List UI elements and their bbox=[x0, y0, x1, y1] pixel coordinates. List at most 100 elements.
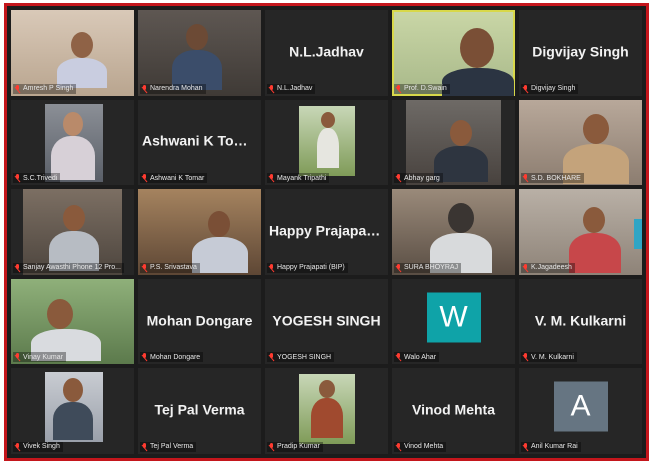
participant-name: Sanjay Awasthi Phone 12 Pro... bbox=[23, 264, 121, 272]
participant-name: P.S. Srivastava bbox=[150, 264, 197, 272]
participant-name-label: Abhay garg bbox=[394, 173, 443, 184]
participant-tile[interactable]: Pradip Kumar bbox=[265, 368, 388, 454]
participant-name: S.D. BOKHARE bbox=[531, 174, 581, 182]
muted-mic-icon bbox=[14, 174, 21, 182]
participant-tile[interactable]: Sanjay Awasthi Phone 12 Pro... bbox=[11, 189, 134, 275]
muted-mic-icon bbox=[14, 263, 21, 272]
muted-mic-icon bbox=[522, 353, 529, 361]
participant-name-label: Sanjay Awasthi Phone 12 Pro... bbox=[13, 262, 124, 273]
participant-name: V. M. Kulkarni bbox=[531, 353, 574, 361]
participant-display-name: Happy Prajapati... bbox=[269, 222, 387, 239]
participant-display-name: Digvijay Singh bbox=[532, 43, 629, 60]
participant-video bbox=[460, 28, 494, 68]
muted-mic-icon bbox=[395, 174, 402, 182]
participant-name: Prof. D.Swain bbox=[404, 85, 447, 93]
participant-name: Amresh P Singh bbox=[23, 85, 74, 93]
participant-name-label: Walo Ahar bbox=[394, 352, 440, 363]
muted-mic-icon bbox=[14, 353, 21, 361]
muted-mic-icon bbox=[141, 263, 148, 272]
participant-name-label: Mohan Dongare bbox=[140, 352, 204, 363]
participant-tile[interactable]: S.C.Trivedi bbox=[11, 99, 134, 186]
participant-video bbox=[583, 207, 605, 234]
participant-display-name: Ashwani K Tomar bbox=[142, 132, 260, 149]
participant-name-label: Mayank Tripathi bbox=[267, 173, 330, 184]
muted-mic-icon bbox=[522, 442, 529, 451]
participant-video bbox=[63, 205, 85, 232]
participant-display-name: N.L.Jadhav bbox=[289, 43, 364, 60]
participant-name: K.Jagadeesh bbox=[531, 264, 572, 272]
muted-mic-icon bbox=[141, 353, 148, 361]
participant-name: S.C.Trivedi bbox=[23, 174, 58, 182]
participant-tile[interactable]: Narendra Mohan bbox=[138, 10, 261, 96]
participant-name-label: Vivek Singh bbox=[13, 441, 63, 452]
participant-display-name: V. M. Kulkarni bbox=[534, 311, 627, 328]
participant-video bbox=[569, 233, 621, 274]
participant-tile[interactable]: SURA BHOYRAJ bbox=[392, 189, 515, 275]
participant-name-label: Tej Pal Verma bbox=[140, 441, 197, 452]
participant-video bbox=[63, 111, 83, 136]
participant-tile[interactable]: A Anil Kumar Rai bbox=[519, 368, 642, 454]
participant-tile[interactable]: Digvijay Singh Digvijay Singh bbox=[519, 10, 642, 96]
participant-tile[interactable]: Abhay garg bbox=[392, 99, 515, 186]
participant-tile[interactable]: N.L.Jadhav N.L.Jadhav bbox=[265, 10, 388, 96]
participant-tile[interactable]: V. M. Kulkarni V. M. Kulkarni bbox=[519, 278, 642, 365]
participant-tile[interactable]: S.D. BOKHARE bbox=[519, 99, 642, 186]
participant-tile[interactable]: W Walo Ahar bbox=[392, 278, 515, 365]
muted-mic-icon bbox=[522, 263, 529, 272]
participant-tile[interactable]: Vivek Singh bbox=[11, 368, 134, 454]
participant-name-label: YOGESH SINGH bbox=[267, 352, 335, 363]
participant-video bbox=[583, 113, 609, 144]
participant-name: Pradip Kumar bbox=[277, 443, 320, 451]
participant-grid: Amresh P Singh Narendra Mohan N.L.Jadhav… bbox=[11, 10, 642, 454]
participant-name-label: Vinay Kumar bbox=[13, 352, 66, 363]
participant-tile[interactable]: K.Jagadeesh bbox=[519, 189, 642, 275]
participant-video bbox=[186, 24, 208, 50]
participant-name-label: N.L.Jadhav bbox=[267, 83, 316, 94]
participant-tile[interactable]: Mohan Dongare Mohan Dongare bbox=[138, 278, 261, 365]
participant-tile[interactable]: Amresh P Singh bbox=[11, 10, 134, 96]
muted-mic-icon bbox=[522, 174, 529, 182]
participant-display-name: Mohan Dongare bbox=[146, 311, 253, 328]
participant-display-name: Vinod Mehta bbox=[412, 401, 495, 418]
participant-tile[interactable]: YOGESH SINGH YOGESH SINGH bbox=[265, 278, 388, 365]
participant-video bbox=[321, 111, 335, 128]
participant-name: Tej Pal Verma bbox=[150, 443, 194, 451]
participant-tile[interactable]: Vinay Kumar bbox=[11, 278, 134, 365]
participant-display-name: YOGESH SINGH bbox=[272, 311, 381, 328]
muted-mic-icon bbox=[268, 174, 275, 182]
participant-name: Vinod Mehta bbox=[404, 443, 444, 451]
participant-tile[interactable]: P.S. Srivastava bbox=[138, 189, 261, 275]
muted-mic-icon bbox=[522, 84, 529, 93]
participant-video bbox=[311, 398, 343, 439]
side-panel-handle[interactable] bbox=[634, 219, 642, 250]
muted-mic-icon bbox=[14, 442, 21, 451]
participant-name: Anil Kumar Rai bbox=[531, 443, 578, 451]
avatar-letter: W bbox=[439, 300, 468, 334]
participant-video bbox=[71, 32, 93, 58]
participant-video bbox=[208, 211, 230, 238]
participant-name: Digvijay Singh bbox=[531, 85, 576, 93]
participant-tile[interactable]: Tej Pal Verma Tej Pal Verma bbox=[138, 368, 261, 454]
participant-tile[interactable]: Ashwani K Tomar Ashwani K Tomar bbox=[138, 99, 261, 186]
participant-name-label: Anil Kumar Rai bbox=[521, 441, 581, 452]
participant-name: Abhay garg bbox=[404, 174, 440, 182]
muted-mic-icon bbox=[268, 353, 275, 361]
participant-name-label: K.Jagadeesh bbox=[521, 262, 575, 273]
participant-tile[interactable]: Vinod Mehta Vinod Mehta bbox=[392, 368, 515, 454]
participant-name: YOGESH SINGH bbox=[277, 353, 332, 361]
muted-mic-icon bbox=[268, 84, 275, 93]
participant-name: Narendra Mohan bbox=[150, 85, 203, 93]
participant-name-label: Amresh P Singh bbox=[13, 83, 77, 94]
participant-video bbox=[448, 203, 474, 234]
participant-tile[interactable]: Mayank Tripathi bbox=[265, 99, 388, 186]
participant-name: Mayank Tripathi bbox=[277, 174, 327, 182]
participant-video bbox=[53, 402, 93, 441]
participant-name-label: S.D. BOKHARE bbox=[521, 173, 584, 184]
participant-tile[interactable]: Happy Prajapati... Happy Prajapati (BIP) bbox=[265, 189, 388, 275]
muted-mic-icon bbox=[268, 442, 275, 451]
muted-mic-icon bbox=[395, 263, 402, 272]
participant-name-label: Digvijay Singh bbox=[521, 83, 579, 94]
participant-name-label: Ashwani K Tomar bbox=[140, 173, 208, 184]
participant-name-label: Prof. D.Swain bbox=[394, 83, 450, 94]
participant-tile-active-speaker[interactable]: Prof. D.Swain bbox=[392, 10, 515, 96]
